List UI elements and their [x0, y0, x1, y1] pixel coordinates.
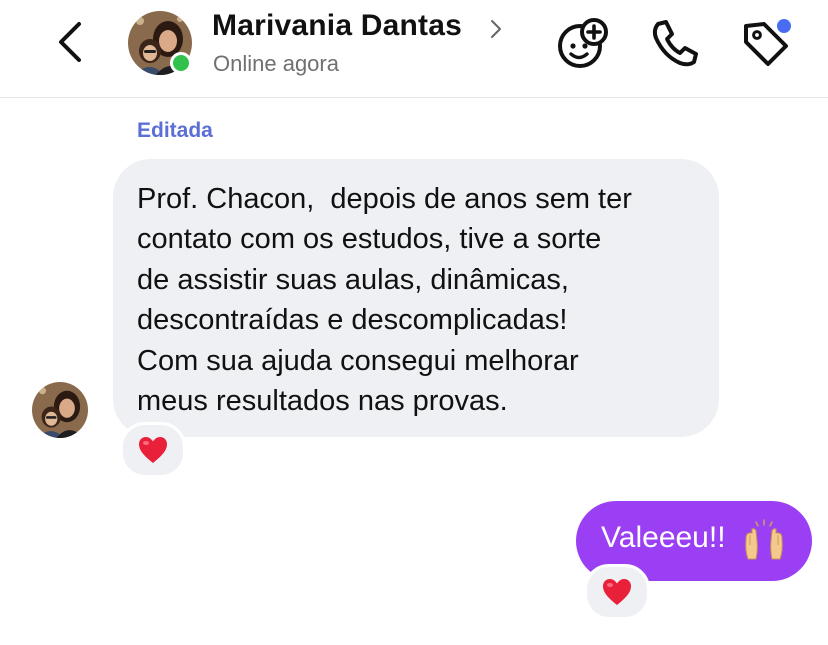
contact-status: Online agora [213, 51, 339, 76]
raising-hands-emoji [745, 519, 783, 560]
back-arrow-icon[interactable] [52, 20, 92, 64]
chat-header: Marivania Dantas Online agora [0, 0, 828, 98]
incoming-message-bubble[interactable]: Prof. Chacon, depois de anos sem ter con… [113, 159, 719, 437]
add-person-icon[interactable] [556, 16, 610, 70]
online-status-dot [170, 52, 192, 74]
heart-reaction[interactable] [120, 422, 186, 478]
phone-icon[interactable] [648, 16, 702, 70]
heart-icon [603, 579, 631, 605]
contact-name[interactable]: Marivania Dantas [212, 9, 462, 43]
notification-dot [775, 17, 793, 35]
heart-reaction[interactable] [584, 564, 650, 620]
chevron-right-icon[interactable] [488, 18, 504, 40]
heart-icon [139, 437, 167, 463]
edited-label: Editada [137, 119, 213, 142]
outgoing-message-text: Valeeeu!! [601, 521, 726, 554]
sender-avatar[interactable] [32, 382, 88, 438]
incoming-message-text: Prof. Chacon, depois de anos sem ter con… [137, 183, 632, 418]
